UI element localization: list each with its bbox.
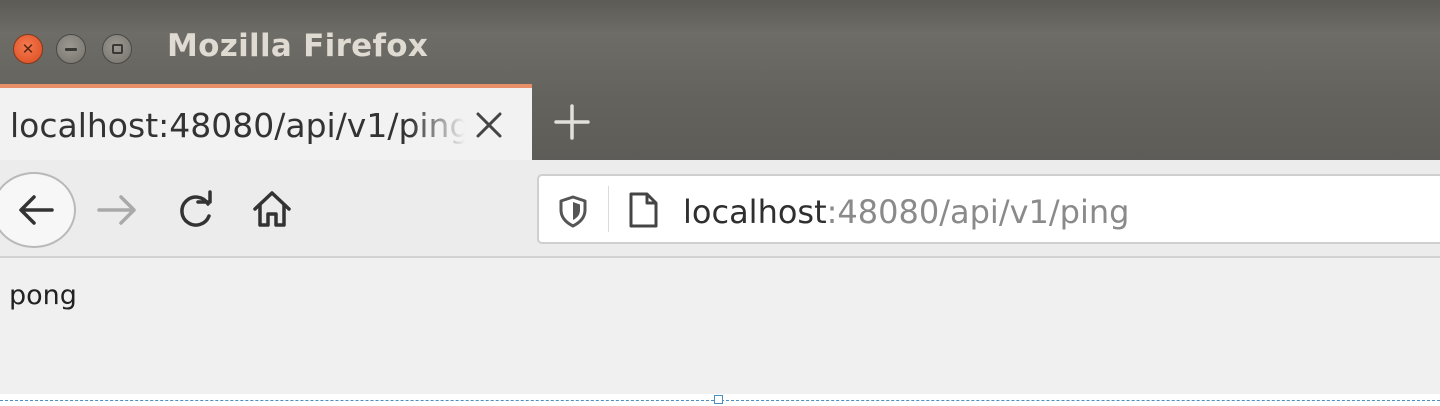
page-icon <box>629 192 658 228</box>
reload-icon <box>180 190 212 227</box>
minimize-icon <box>65 47 77 51</box>
tab-strip: localhost:48080/api/v1/ping <box>0 84 1440 160</box>
site-info-button[interactable] <box>626 191 660 233</box>
arrow-left-icon <box>19 195 54 225</box>
url-host: localhost <box>683 193 827 231</box>
maximize-window-button[interactable] <box>102 34 132 64</box>
window-title: Mozilla Firefox <box>167 28 429 64</box>
resize-handle[interactable] <box>714 395 723 404</box>
close-window-button[interactable]: ✕ <box>13 34 43 64</box>
home-icon <box>253 191 291 227</box>
address-bar-divider <box>608 186 609 232</box>
minimize-window-button[interactable] <box>56 34 86 64</box>
new-tab-button[interactable] <box>552 102 592 142</box>
tab-active[interactable]: localhost:48080/api/v1/ping <box>0 84 532 160</box>
url-text[interactable]: localhost:48080/api/v1/ping <box>683 193 1129 231</box>
browser-window: ✕ Mozilla Firefox localhost:48080/api/v1… <box>0 0 1440 394</box>
close-icon <box>476 112 502 138</box>
address-bar[interactable]: localhost:48080/api/v1/ping <box>537 174 1440 244</box>
tab-title: localhost:48080/api/v1/ping <box>10 106 465 145</box>
back-button[interactable] <box>0 172 76 248</box>
title-bar: ✕ Mozilla Firefox <box>0 0 1440 84</box>
reload-button[interactable] <box>176 190 216 234</box>
page-content: pong <box>0 258 1440 394</box>
maximize-icon <box>111 44 123 54</box>
url-path: :48080/api/v1/ping <box>826 193 1130 231</box>
plus-icon <box>554 104 590 140</box>
tab-close-button[interactable] <box>474 108 504 142</box>
navigation-toolbar: localhost:48080/api/v1/ping <box>0 160 1440 258</box>
close-icon: ✕ <box>21 40 35 58</box>
forward-button[interactable] <box>96 190 138 234</box>
home-button[interactable] <box>251 188 293 234</box>
tracking-protection-button[interactable] <box>557 194 589 232</box>
page-body-text: pong <box>9 280 77 311</box>
arrow-right-icon <box>97 195 136 225</box>
shield-icon <box>559 195 587 228</box>
